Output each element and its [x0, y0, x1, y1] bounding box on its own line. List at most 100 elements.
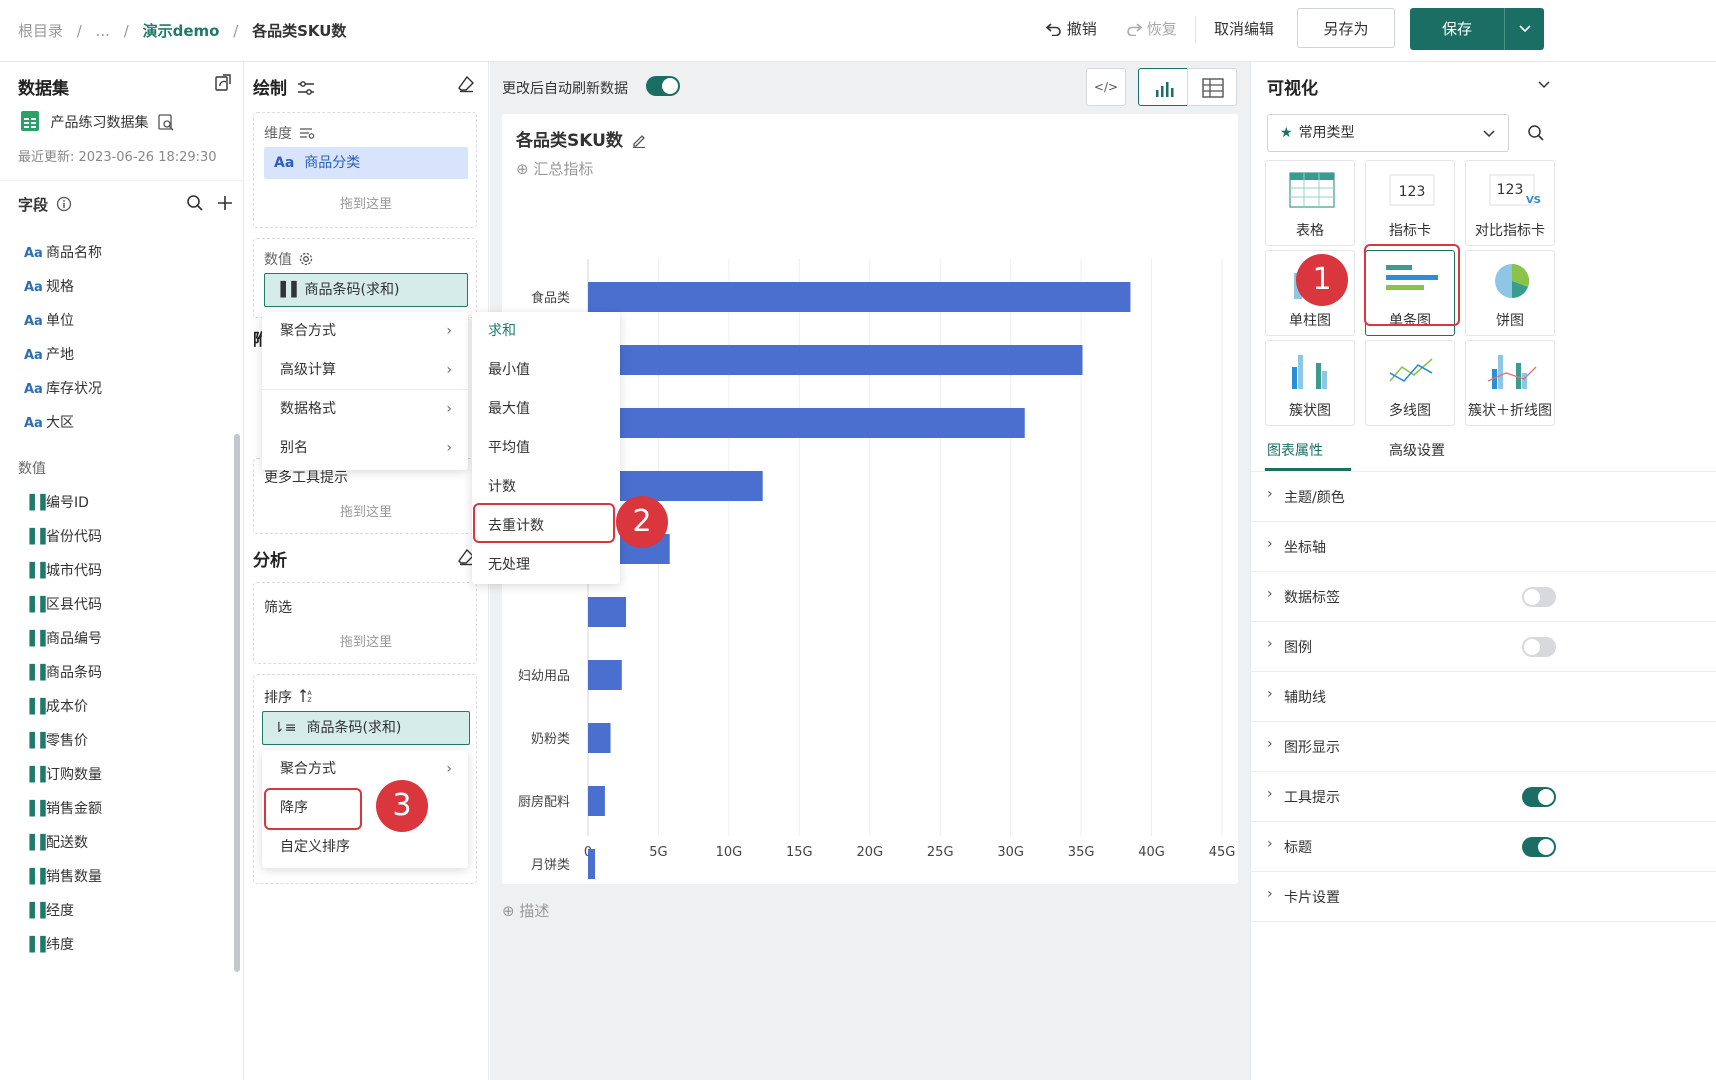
property-row[interactable]: › 图形显示	[1250, 722, 1716, 772]
measure-field-item[interactable]: ▐▐纬度	[24, 934, 74, 954]
chevron-right-icon: ›	[1267, 786, 1273, 802]
bar-mark[interactable]	[588, 660, 622, 690]
property-row[interactable]: › 坐标轴	[1250, 522, 1716, 572]
preview-icon[interactable]	[157, 113, 175, 131]
property-toggle[interactable]	[1522, 837, 1556, 857]
code-view-button[interactable]: </>	[1086, 68, 1126, 106]
save-as-button[interactable]: 另存为	[1297, 8, 1395, 48]
property-row[interactable]: › 卡片设置	[1250, 872, 1716, 922]
measure-field-item[interactable]: ▐▐编号ID	[24, 492, 89, 512]
measure-field-item[interactable]: ▐▐城市代码	[24, 560, 102, 580]
filter-label: 筛选	[264, 600, 292, 616]
value-dropzone[interactable]: 数值 ▐▐ 商品条码(求和)	[253, 238, 477, 318]
value-menu-item[interactable]: 别名 ›	[262, 429, 468, 468]
value-menu-item[interactable]: 数据格式 ›	[262, 390, 468, 429]
bar-mark[interactable]	[588, 849, 596, 879]
dimension-field-item[interactable]: Aa 商品名称	[24, 242, 102, 262]
search-icon[interactable]	[186, 194, 204, 212]
chart-type-select[interactable]: ★ 常用类型	[1267, 114, 1509, 152]
measure-field-item[interactable]: ▐▐商品条码	[24, 662, 102, 682]
bar-mark[interactable]	[588, 345, 1083, 375]
chevron-down-icon[interactable]	[1537, 78, 1551, 92]
property-row[interactable]: › 图例	[1250, 622, 1716, 672]
breadcrumb-folder[interactable]: 演示demo	[143, 22, 220, 40]
aggregation-option[interactable]: 计数	[472, 468, 620, 507]
measure-field-item[interactable]: ▐▐订购数量	[24, 764, 102, 784]
chart-view-button[interactable]	[1138, 68, 1188, 106]
dimension-field-item[interactable]: Aa 产地	[24, 344, 74, 364]
breadcrumb-root[interactable]: 根目录	[18, 22, 63, 40]
sort-pill[interactable]: ⇂≡ 商品条码(求和)	[262, 711, 470, 745]
bar-mark[interactable]	[588, 723, 611, 753]
dimension-dropzone[interactable]: 维度 Aa 商品分类 拖到这里	[253, 112, 477, 228]
bar-chart-icon	[1156, 82, 1174, 97]
value-menu-item[interactable]: 高级计算 ›	[262, 351, 468, 390]
add-field-icon[interactable]	[216, 194, 234, 212]
property-row[interactable]: › 辅助线	[1250, 672, 1716, 722]
aggregation-option[interactable]: 求和	[472, 312, 620, 351]
dimension-field-item[interactable]: Aa 大区	[24, 412, 74, 432]
aggregation-option[interactable]: 平均值	[472, 429, 620, 468]
redo-button[interactable]: 恢复	[1126, 18, 1177, 39]
svg-text:A: A	[308, 690, 313, 697]
measure-field-item[interactable]: ▐▐销售金额	[24, 798, 102, 818]
breadcrumb-ellipsis[interactable]: ...	[96, 22, 110, 40]
viz-tile-label: 单柱图	[1289, 313, 1331, 329]
dataset-name-row[interactable]: 产品练习数据集	[20, 110, 175, 132]
bar-mark[interactable]	[588, 408, 1025, 438]
annotation-badge-1: 1	[1296, 254, 1348, 306]
x-tick-label: 35G	[1068, 845, 1095, 860]
sort-menu-item[interactable]: 自定义排序	[262, 828, 468, 867]
tab-advanced-settings[interactable]: 高级设置	[1389, 440, 1445, 460]
gear-icon[interactable]	[298, 251, 314, 267]
adjust-icon[interactable]	[297, 80, 315, 96]
dimension-pill[interactable]: Aa 商品分类	[264, 147, 468, 179]
auto-refresh-toggle[interactable]	[646, 76, 680, 96]
sort-menu-item[interactable]: 聚合方式 ›	[262, 750, 468, 789]
aggregation-option[interactable]: 最小值	[472, 351, 620, 390]
value-pill[interactable]: ▐▐ 商品条码(求和)	[264, 273, 468, 307]
field-name: 商品名称	[46, 245, 102, 261]
measure-field-item[interactable]: ▐▐配送数	[24, 832, 88, 852]
tab-chart-props[interactable]: 图表属性	[1267, 440, 1323, 460]
filter-dropzone[interactable]: 筛选 拖到这里	[253, 582, 477, 664]
sort-az-icon[interactable]: AZ	[299, 688, 315, 704]
measure-field-item[interactable]: ▐▐经度	[24, 900, 74, 920]
save-dropdown-button[interactable]	[1504, 8, 1544, 50]
dimension-field-item[interactable]: Aa 单位	[24, 310, 74, 330]
search-icon[interactable]	[1527, 124, 1545, 142]
value-menu-item[interactable]: 聚合方式 ›	[262, 312, 468, 351]
bar-mark[interactable]	[588, 597, 627, 627]
scrollbar-thumb[interactable]	[234, 434, 240, 972]
dimension-field-item[interactable]: Aa 规格	[24, 276, 74, 296]
measure-field-item[interactable]: ▐▐省份代码	[24, 526, 102, 546]
table-view-button[interactable]	[1187, 68, 1237, 106]
measure-field-item[interactable]: ▐▐商品编号	[24, 628, 102, 648]
list-settings-icon[interactable]	[299, 126, 315, 140]
dimension-field-item[interactable]: Aa 库存状况	[24, 378, 102, 398]
cancel-edit-button[interactable]: 取消编辑	[1214, 18, 1274, 39]
values-section-label: 数值	[18, 461, 46, 477]
measure-field-item[interactable]: ▐▐销售数量	[24, 866, 102, 886]
measure-field-item[interactable]: ▐▐零售价	[24, 730, 88, 750]
save-button[interactable]: 保存	[1410, 8, 1504, 50]
aggregation-option[interactable]: 无处理	[472, 546, 620, 585]
measure-field-item[interactable]: ▐▐成本价	[24, 696, 88, 716]
bar-mark[interactable]	[588, 282, 1131, 312]
info-icon[interactable]	[56, 196, 72, 212]
aggregation-option[interactable]: 最大值	[472, 390, 620, 429]
property-row[interactable]: › 标题	[1250, 822, 1716, 872]
property-toggle[interactable]	[1522, 587, 1556, 607]
measure-field-item[interactable]: ▐▐区县代码	[24, 594, 102, 614]
property-toggle[interactable]	[1522, 637, 1556, 657]
undo-button[interactable]: 撤销	[1045, 18, 1097, 39]
dataset-switch-icon[interactable]	[214, 74, 232, 92]
property-row[interactable]: › 工具提示	[1250, 772, 1716, 822]
eraser-icon[interactable]	[457, 75, 475, 93]
property-label: 图形显示	[1284, 740, 1340, 756]
property-row[interactable]: › 数据标签	[1250, 572, 1716, 622]
property-toggle[interactable]	[1522, 787, 1556, 807]
bar-mark[interactable]	[588, 786, 605, 816]
add-description[interactable]: ⊕ 描述	[502, 900, 549, 921]
property-row[interactable]: › 主题/颜色	[1250, 472, 1716, 522]
